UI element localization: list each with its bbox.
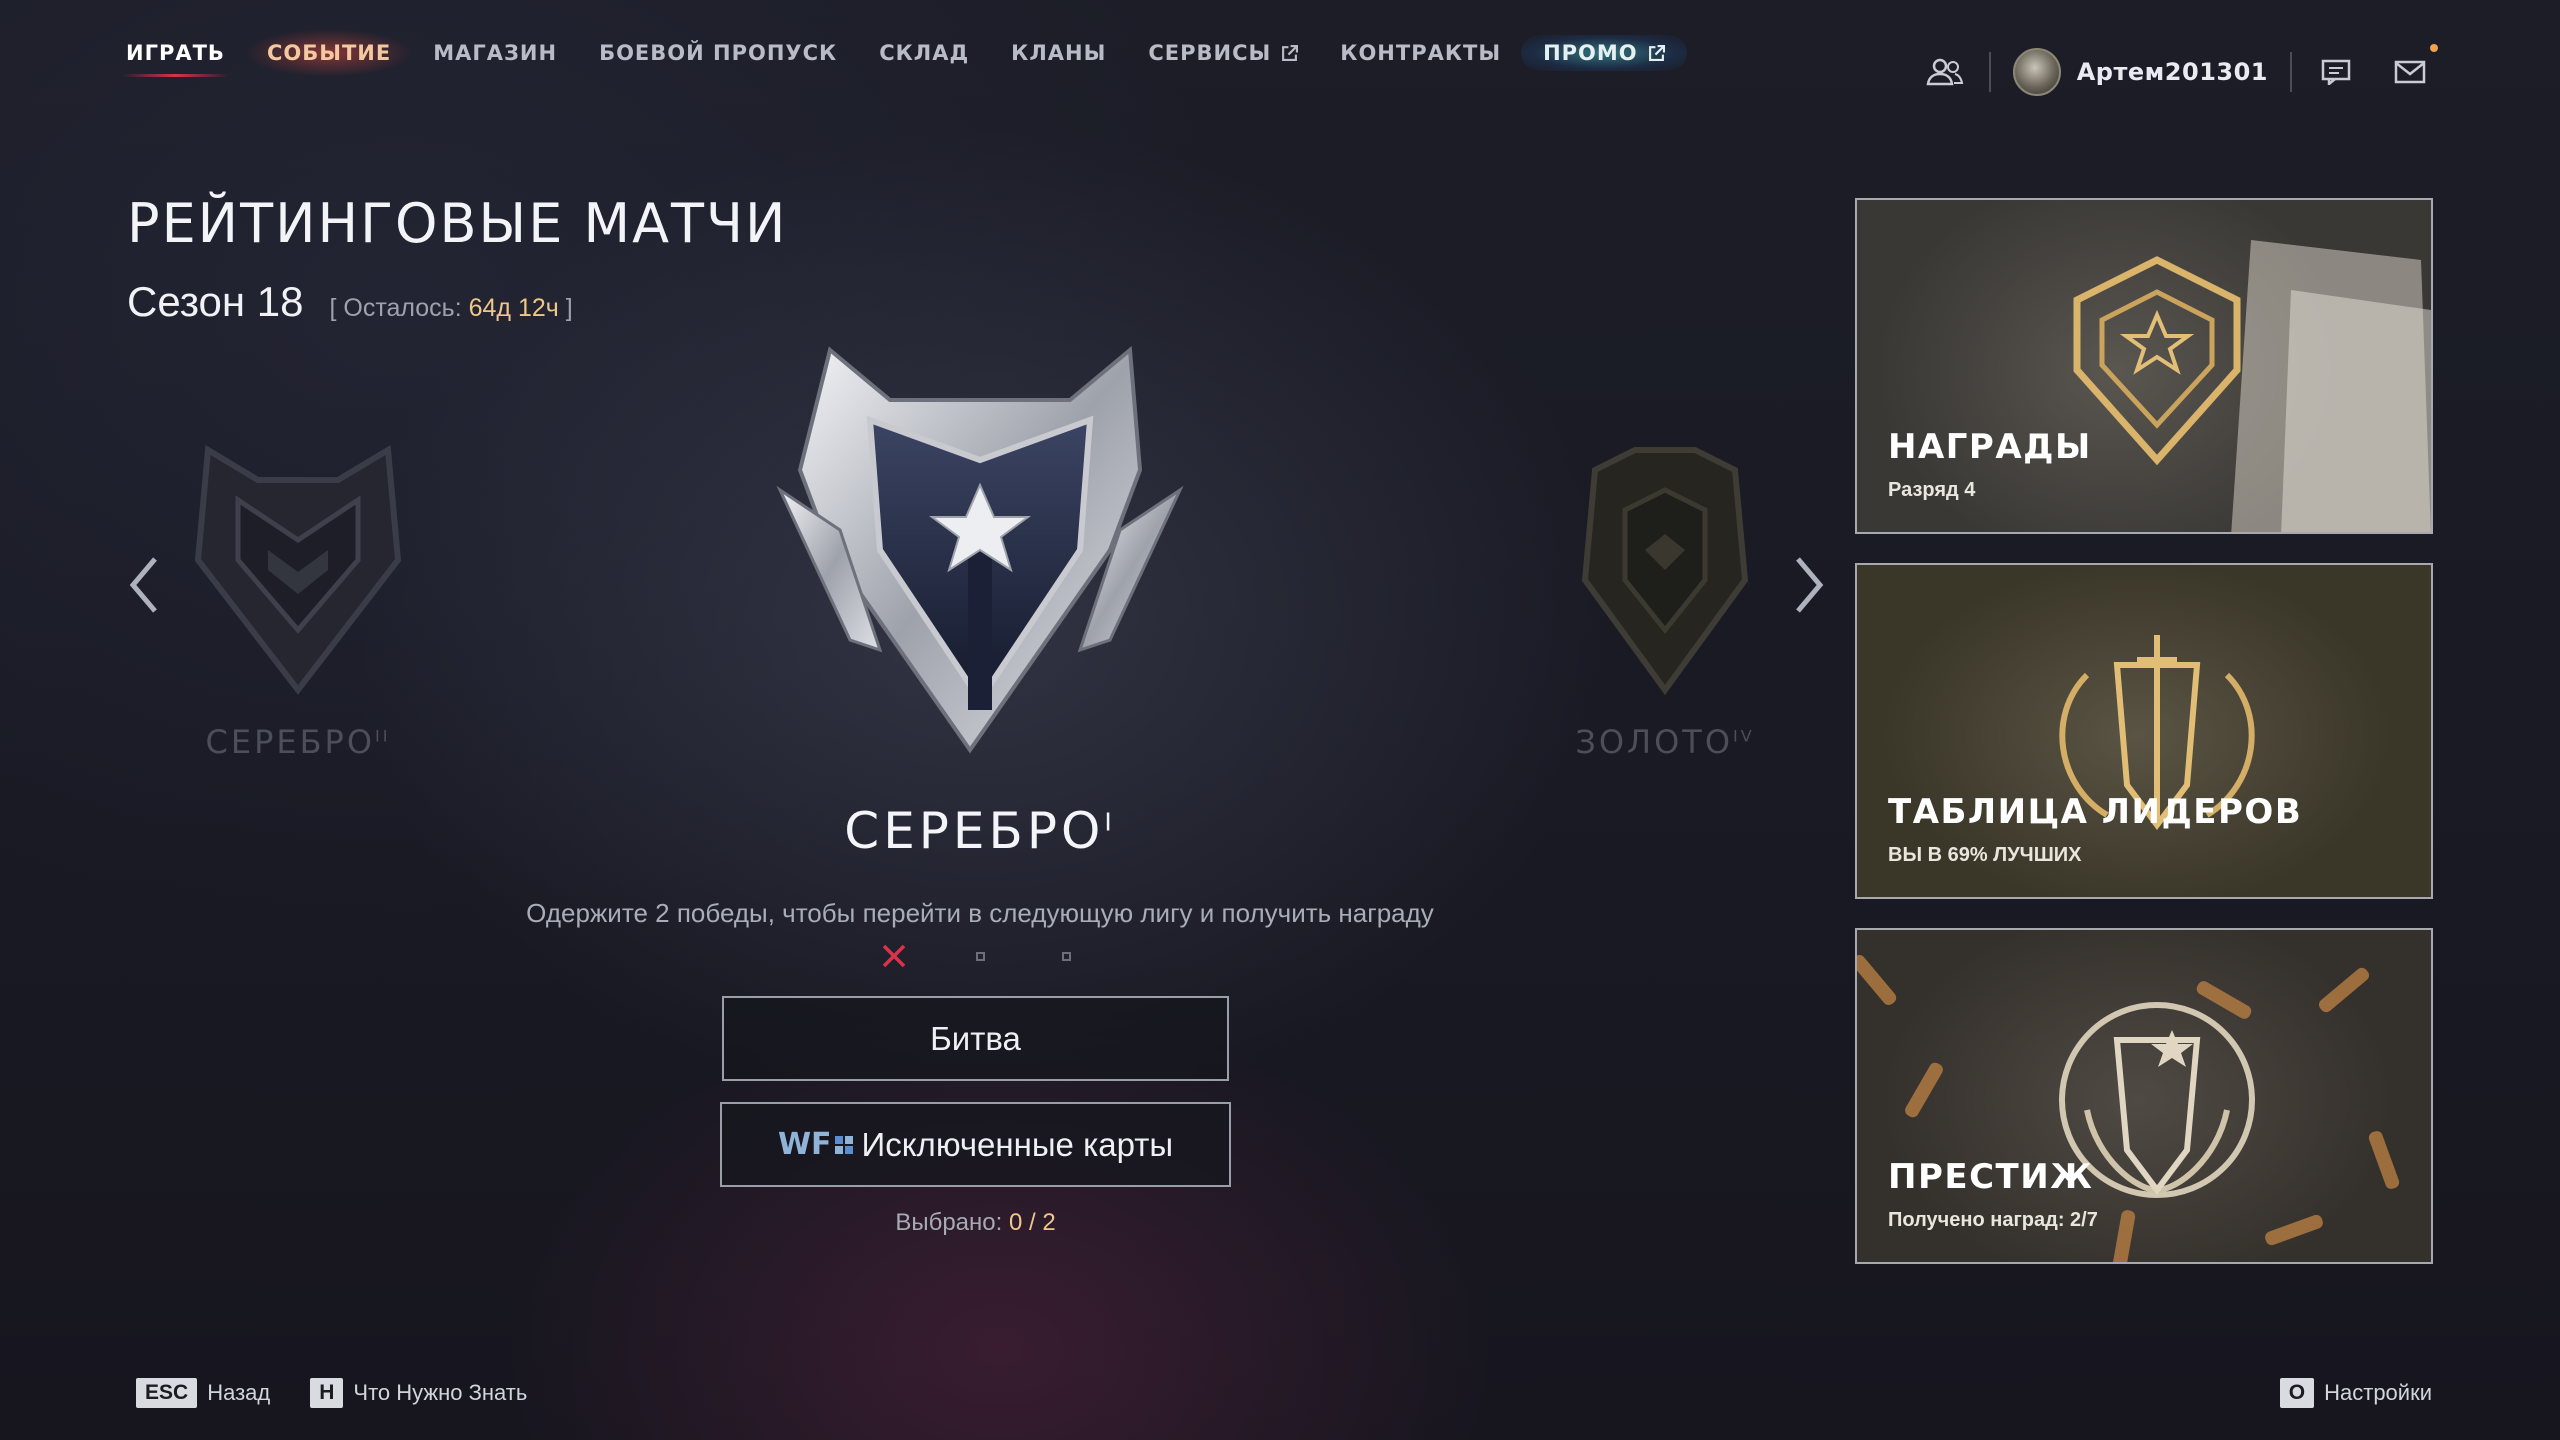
silver-rank-badge-icon [194, 444, 402, 695]
footer-settings: O Настройки [2279, 1378, 2432, 1408]
remaining-prefix: [ Осталось: [329, 294, 469, 322]
prev-rank-label: СЕРЕБРОII [168, 723, 428, 761]
wf-logo: WF [778, 1127, 854, 1162]
back-hint[interactable]: Назад [207, 1380, 270, 1406]
o-key[interactable]: O [2279, 1378, 2315, 1408]
card-title: ПРЕСТИЖ [1888, 1157, 2094, 1197]
nav-event[interactable]: СОБЫТИЕ [244, 29, 414, 77]
page-title: РЕЙТИНГОВЫЕ МАТЧИ [127, 192, 788, 255]
nav-services[interactable]: СЕРВИСЫ [1148, 41, 1299, 65]
nav-clans[interactable]: КЛАНЫ [1011, 41, 1106, 65]
leaderboard-card[interactable]: ТАБЛИЦА ЛИДЕРОВ ВЫ В 69% ЛУЧШИХ [1855, 563, 2433, 899]
season-label: Сезон 18 [127, 278, 304, 325]
remaining-suffix: ] [558, 294, 573, 322]
settings-hint[interactable]: Настройки [2324, 1380, 2432, 1406]
next-rank[interactable]: ЗОЛОТОIV [1535, 420, 1795, 761]
divider [1988, 52, 1991, 92]
season-remaining: [ Осталось: 64д 12ч ] [330, 294, 573, 323]
nav-promo-label: ПРОМО [1543, 41, 1638, 65]
next-rank-label: ЗОЛОТОIV [1535, 723, 1795, 761]
main-nav: ИГРАТЬ СОБЫТИЕ МАГАЗИН БОЕВОЙ ПРОПУСК СК… [122, 29, 1729, 77]
current-rank-name: СЕРЕБРО [844, 802, 1105, 860]
nav-battle-pass[interactable]: БОЕВОЙ ПРОПУСК [599, 41, 837, 65]
mail-icon [2394, 60, 2426, 84]
h-key[interactable]: H [310, 1378, 344, 1408]
next-rank-tier: IV [1733, 726, 1755, 746]
nav-play[interactable]: ИГРАТЬ [122, 41, 229, 77]
selected-value: 0 / 2 [1008, 1209, 1056, 1236]
season-row: Сезон 18 [ Осталось: 64д 12ч ] [127, 278, 573, 326]
current-rank-tier: I [1104, 807, 1116, 837]
current-rank-label: СЕРЕБРОI [600, 802, 1360, 860]
nav-inventory[interactable]: СКЛАД [879, 41, 969, 65]
prev-rank-tier: II [375, 726, 391, 746]
prev-rank-name: СЕРЕБРО [205, 723, 376, 761]
rewards-card[interactable]: НАГРАДЫ Разряд 4 [1855, 198, 2433, 534]
nav-promo[interactable]: ПРОМО [1521, 35, 1687, 71]
card-subtitle: Разряд 4 [1888, 479, 1976, 501]
username[interactable]: Артем201301 [2077, 58, 2268, 86]
selected-label: Выбрано: [895, 1209, 1009, 1236]
nav-contracts[interactable]: КОНТРАКТЫ [1340, 41, 1501, 65]
nav-shop[interactable]: МАГАЗИН [433, 41, 557, 65]
remaining-value: 64д 12ч [468, 294, 559, 322]
excluded-maps-label: Исключенные карты [861, 1125, 1174, 1163]
selected-maps-counter: Выбрано: 0 / 2 [722, 1209, 1229, 1237]
excluded-maps-button[interactable]: WF Исключенные карты [720, 1102, 1231, 1187]
prev-rank-arrow-icon[interactable] [125, 555, 165, 615]
wf-squares-icon [834, 1135, 853, 1154]
wf-logo-text: WF [777, 1127, 832, 1162]
next-rank-name: ЗОЛОТО [1575, 723, 1733, 761]
card-title: НАГРАДЫ [1888, 427, 2092, 467]
top-right-bar: Артем201301 [1923, 42, 2438, 102]
notification-dot [2430, 44, 2438, 52]
promotion-goal-text: Одержите 2 победы, чтобы перейти в следу… [526, 898, 1434, 928]
external-link-icon [1282, 44, 1299, 61]
friends-icon [1926, 58, 1963, 86]
chat-icon [2321, 59, 2351, 85]
progress-mark-loss [880, 942, 908, 970]
footer-hints: ESC Назад H Что Нужно Знать [136, 1378, 567, 1408]
card-subtitle: Получено наград: 2/7 [1888, 1209, 2098, 1231]
progress-mark-empty [966, 942, 994, 970]
prestige-card[interactable]: ПРЕСТИЖ Получено наград: 2/7 [1855, 928, 2433, 1264]
info-hint[interactable]: Что Нужно Знать [353, 1380, 527, 1406]
gold-rank-badge-icon [1581, 447, 1749, 696]
friends-button[interactable] [1923, 50, 1967, 94]
mail-button[interactable] [2388, 44, 2438, 94]
promotion-progress [880, 942, 1080, 970]
nav-services-label: СЕРВИСЫ [1148, 41, 1272, 65]
cross-icon [882, 944, 906, 968]
battle-button[interactable]: Битва [722, 996, 1229, 1081]
silver-rank-badge-icon [776, 346, 1184, 754]
progress-mark-empty [1052, 942, 1080, 970]
esc-key[interactable]: ESC [136, 1378, 198, 1408]
chat-button[interactable] [2314, 50, 2358, 94]
external-link-icon [1648, 44, 1665, 61]
prev-rank[interactable]: СЕРЕБРОII [168, 420, 428, 761]
avatar[interactable] [2012, 48, 2061, 96]
card-title: ТАБЛИЦА ЛИДЕРОВ [1888, 792, 2303, 832]
divider [2290, 52, 2292, 92]
card-subtitle: ВЫ В 69% ЛУЧШИХ [1888, 844, 2082, 866]
